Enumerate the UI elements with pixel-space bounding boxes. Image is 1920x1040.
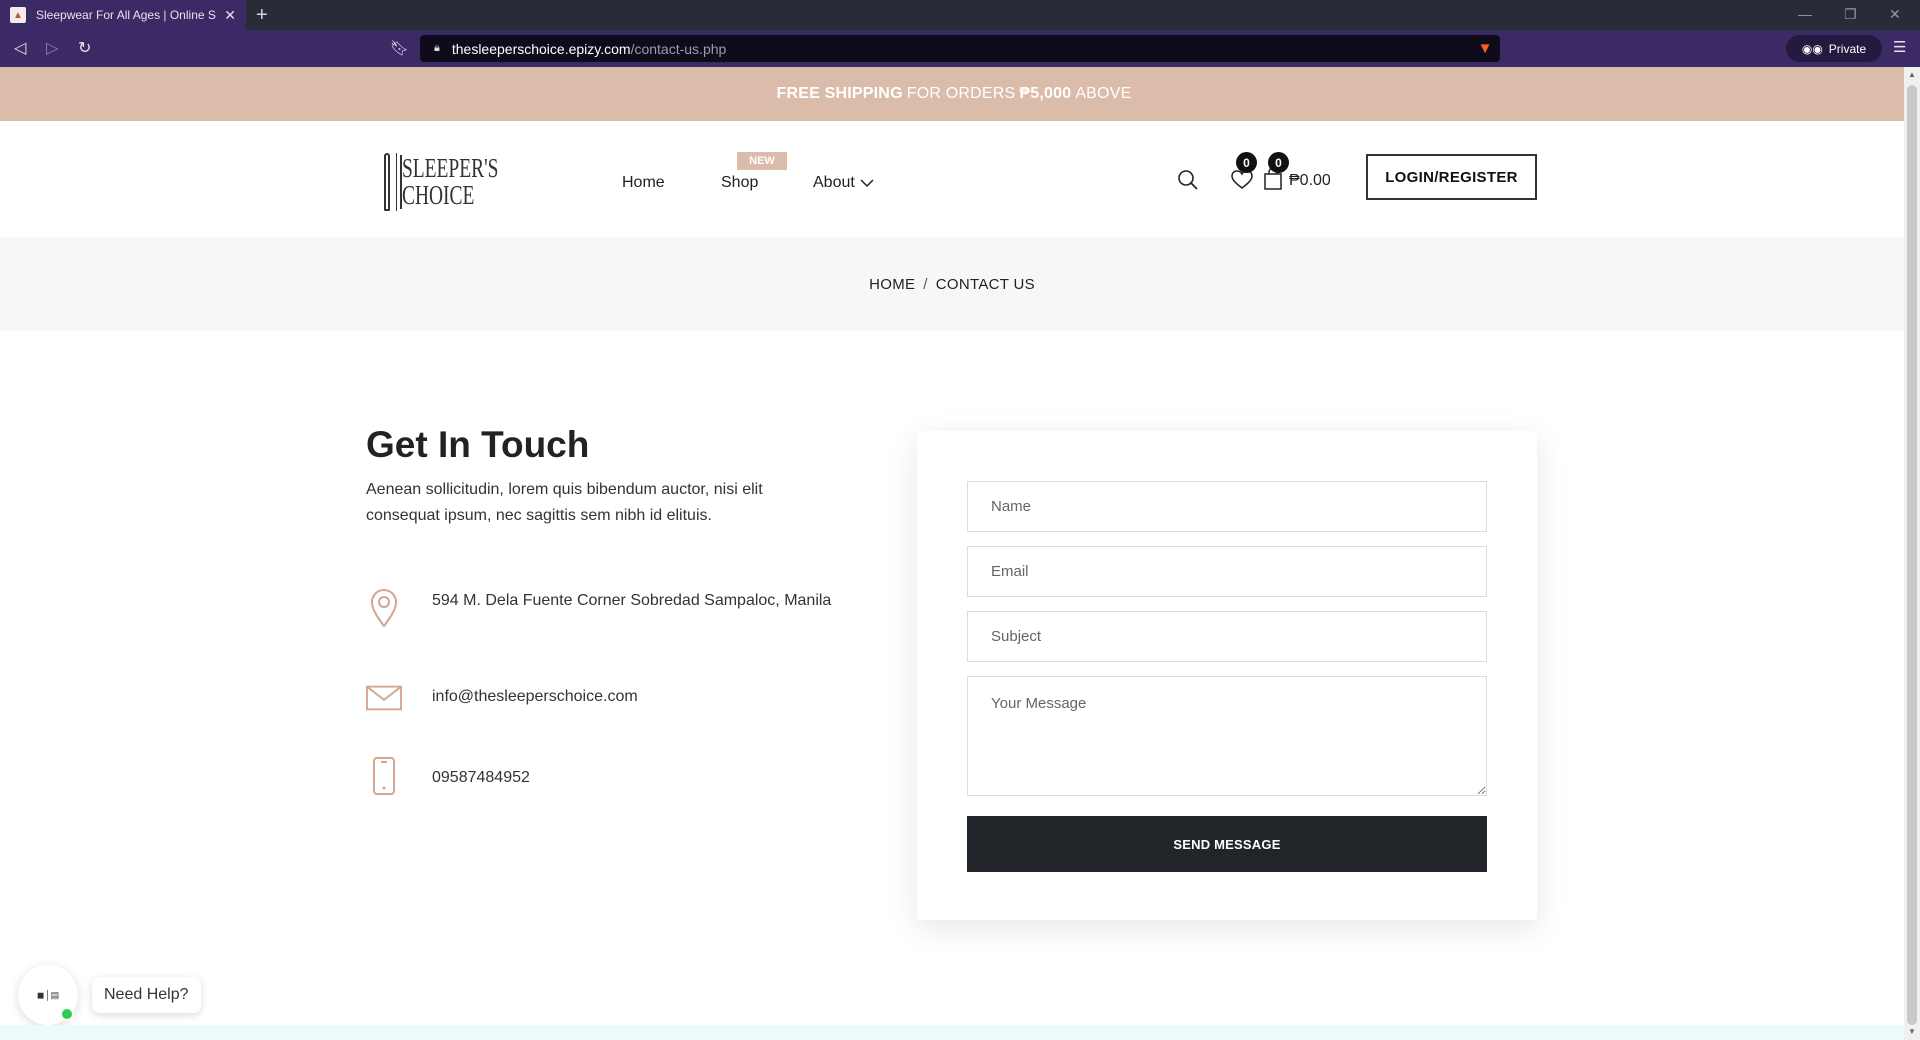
chat-widget[interactable]: ◼│▤ Need Help?: [18, 965, 201, 1025]
scroll-down-icon[interactable]: ▼: [1908, 1027, 1916, 1036]
robe-logo-icon: [384, 153, 402, 211]
chat-avatar[interactable]: ◼│▤: [18, 965, 78, 1025]
browser-menu-icon[interactable]: ☰: [1893, 38, 1906, 56]
online-status-dot: [60, 1007, 74, 1021]
contact-form-card: SEND MESSAGE: [917, 431, 1537, 920]
search-icon[interactable]: [1177, 169, 1199, 196]
promo-amount: ₱5,000: [1019, 85, 1072, 102]
scrollbar-thumb[interactable]: [1907, 85, 1917, 1025]
close-window-icon[interactable]: ✕: [1889, 6, 1901, 23]
browser-tab-active[interactable]: ▲ Sleepwear For All Ages | Online Sl ✕: [0, 0, 246, 30]
private-glasses-icon: ◉◉: [1801, 41, 1823, 56]
envelope-icon: [366, 684, 402, 712]
logo-line-2: CHOICE: [402, 180, 475, 210]
wishlist-heart-icon[interactable]: [1231, 170, 1253, 195]
tab-title: Sleepwear For All Ages | Online Sl: [36, 8, 217, 22]
contact-intro: Aenean sollicitudin, lorem quis bibendum…: [366, 481, 763, 524]
nav-home[interactable]: Home: [622, 174, 665, 192]
url-path: /contact-us.php: [630, 40, 727, 57]
mobile-phone-icon: [366, 756, 402, 796]
private-window-indicator[interactable]: ◉◉ Private: [1786, 35, 1882, 62]
contact-email-row: info@thesleeperschoice.com: [366, 684, 852, 712]
brave-shields-icon[interactable]: ▼: [1472, 35, 1498, 61]
breadcrumb: HOME / CONTACT US: [0, 237, 1904, 331]
site-header: SLEEPER'S CHOICE Home NEW Shop About 0 0…: [0, 121, 1904, 237]
chevron-down-icon: [860, 179, 874, 188]
site-favicon-icon: ▲: [10, 7, 26, 23]
lock-icon: 🔒︎: [434, 42, 440, 54]
promo-middle: FOR ORDERS: [906, 85, 1016, 102]
url-host: thesleeperschoice.epizy.com: [451, 40, 631, 57]
contact-address-row: 594 M. Dela Fuente Corner Sobredad Sampa…: [366, 588, 852, 628]
send-message-button[interactable]: SEND MESSAGE: [967, 816, 1487, 872]
chat-help-bubble[interactable]: Need Help?: [92, 977, 201, 1013]
tab-bar: ▲ Sleepwear For All Ages | Online Sl ✕ +…: [0, 0, 1920, 30]
contact-heading: Get In Touch: [366, 424, 590, 465]
contact-address: 594 M. Dela Fuente Corner Sobredad Sampa…: [432, 592, 832, 609]
login-register-button[interactable]: LOGIN/REGISTER: [1366, 154, 1537, 200]
new-tab-icon[interactable]: +: [256, 4, 268, 27]
name-field[interactable]: [967, 481, 1487, 532]
back-icon[interactable]: ◁: [14, 38, 26, 58]
breadcrumb-separator: /: [923, 275, 928, 293]
browser-toolbar: ◁ ▷ ↻ 🔖︎ 🔒︎ thesleeperschoice.epizy.com /…: [0, 30, 1920, 67]
browser-chrome: ▲ Sleepwear For All Ages | Online Sl ✕ +…: [0, 0, 1920, 67]
close-tab-icon[interactable]: ✕: [224, 7, 236, 24]
reload-icon[interactable]: ↻: [78, 38, 91, 58]
location-pin-icon: [366, 588, 402, 628]
wishlist-count-badge: 0: [1236, 152, 1257, 173]
minimize-window-icon[interactable]: —: [1798, 6, 1812, 22]
private-label: Private: [1828, 41, 1867, 56]
contact-email[interactable]: info@thesleeperschoice.com: [432, 684, 852, 710]
promo-tail: ABOVE: [1075, 85, 1132, 102]
scroll-up-icon[interactable]: ▲: [1908, 70, 1916, 79]
web-page: FREE SHIPPING FOR ORDERS ₱5,000 ABOVE SL…: [0, 67, 1904, 1040]
shop-new-badge: NEW: [737, 152, 787, 170]
chat-logo-icon: ◼│▤: [36, 989, 60, 1000]
site-logo[interactable]: SLEEPER'S CHOICE: [384, 151, 536, 213]
logo-line-1: SLEEPER'S: [402, 153, 499, 183]
cart-total[interactable]: ₱0.00: [1289, 172, 1331, 190]
nav-about[interactable]: About: [813, 174, 875, 192]
forward-icon[interactable]: ▷: [46, 38, 58, 58]
message-field[interactable]: [967, 676, 1487, 796]
nav-about-label: About: [813, 174, 855, 191]
promo-banner: FREE SHIPPING FOR ORDERS ₱5,000 ABOVE: [0, 67, 1904, 121]
subject-field[interactable]: [967, 611, 1487, 662]
footer-strip: [0, 1025, 1904, 1040]
cart-count-badge: 0: [1268, 152, 1289, 173]
page-scrollbar[interactable]: ▲ ▼: [1904, 67, 1920, 1040]
address-bar[interactable]: 🔒︎ thesleeperschoice.epizy.com/contact-u…: [420, 35, 1500, 62]
restore-window-icon[interactable]: ❐: [1844, 6, 1857, 23]
contact-phone[interactable]: 09587484952: [432, 765, 852, 791]
breadcrumb-current: CONTACT US: [935, 275, 1035, 293]
bookmark-icon[interactable]: 🔖︎: [390, 39, 409, 57]
email-field[interactable]: [967, 546, 1487, 597]
logo-text: SLEEPER'S CHOICE: [402, 155, 498, 209]
promo-lead: FREE SHIPPING: [776, 85, 903, 102]
contact-phone-row: 09587484952: [366, 756, 852, 796]
breadcrumb-home[interactable]: HOME: [869, 276, 915, 293]
nav-shop[interactable]: Shop: [721, 174, 758, 192]
